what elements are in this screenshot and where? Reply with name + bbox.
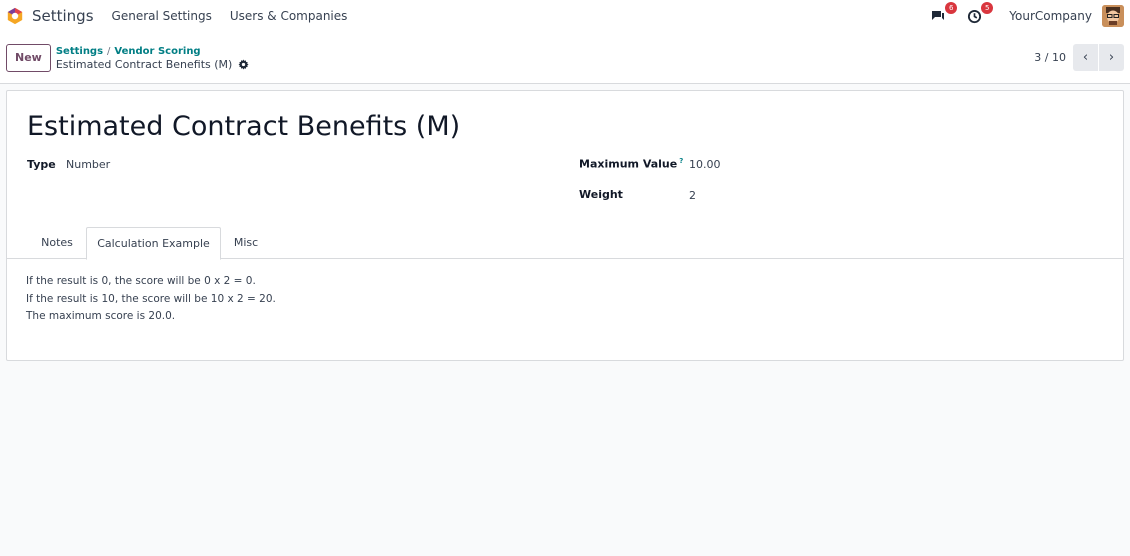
activity-button[interactable]: 5 bbox=[963, 2, 994, 27]
gear-icon[interactable] bbox=[238, 59, 249, 70]
notebook-tabs: Notes Calculation Example Misc bbox=[7, 227, 1123, 260]
breadcrumb-settings-link[interactable]: Settings bbox=[56, 46, 103, 57]
record-title: Estimated Contract Benefits (M) bbox=[55, 57, 233, 71]
tab-calculation-example[interactable]: Calculation Example bbox=[86, 227, 221, 260]
record-name-field[interactable]: Estimated Contract Benefits (M) bbox=[27, 111, 460, 142]
calculation-line: The maximum score is 20.0. bbox=[26, 310, 176, 322]
chevron-right-icon: › bbox=[1108, 50, 1115, 65]
app-name[interactable]: Settings bbox=[32, 7, 94, 25]
breadcrumb-separator: / bbox=[107, 45, 111, 57]
pager: 3 / 10 ‹ › bbox=[1034, 44, 1124, 71]
tab-notes[interactable]: Notes bbox=[27, 227, 87, 259]
user-avatar[interactable] bbox=[1102, 5, 1124, 27]
calculation-line: If the result is 10, the score will be 1… bbox=[26, 292, 276, 305]
breadcrumb-vendor-scoring-link[interactable]: Vendor Scoring bbox=[114, 46, 200, 57]
chat-counter-badge: 6 bbox=[945, 2, 958, 14]
tab-misc[interactable]: Misc bbox=[221, 227, 271, 259]
top-navbar: Settings General Settings Users & Compan… bbox=[0, 0, 1130, 32]
form-sheet: Estimated Contract Benefits (M) Type Num… bbox=[6, 90, 1124, 361]
avatar-image bbox=[1102, 5, 1124, 27]
maximum-value-label-text: Maximum Value bbox=[579, 157, 678, 171]
company-switcher[interactable]: YourCompany bbox=[1009, 9, 1092, 23]
new-button[interactable]: New bbox=[6, 43, 51, 72]
calculation-line: If the result is 0, the score will be 0 … bbox=[26, 275, 256, 287]
menu-general-settings[interactable]: General Settings bbox=[112, 9, 212, 23]
type-field[interactable]: Number bbox=[66, 158, 110, 171]
odoo-logo-icon[interactable] bbox=[6, 7, 24, 25]
maximum-value-label: Maximum Value? bbox=[579, 157, 683, 171]
calculation-example-panel: If the result is 0, the score will be 0 … bbox=[26, 273, 276, 326]
pager-next-button[interactable]: › bbox=[1099, 44, 1124, 71]
weight-field[interactable]: 2 bbox=[689, 189, 696, 202]
maximum-value-field[interactable]: 10.00 bbox=[689, 158, 721, 171]
pager-previous-button[interactable]: ‹ bbox=[1073, 44, 1098, 71]
menu-users-companies[interactable]: Users & Companies bbox=[230, 9, 348, 23]
control-panel: New Settings / Vendor Scoring Estimated Co… bbox=[0, 32, 1130, 84]
chat-icon bbox=[932, 11, 945, 20]
weight-label: Weight bbox=[579, 188, 623, 201]
breadcrumb: Settings / Vendor Scoring Estimated Contra… bbox=[56, 45, 249, 71]
clock-icon bbox=[967, 9, 981, 23]
type-label: Type bbox=[27, 158, 56, 171]
pager-value[interactable]: 3 / 10 bbox=[1034, 51, 1066, 64]
messaging-button[interactable]: 6 bbox=[927, 2, 958, 27]
chevron-left-icon: ‹ bbox=[1082, 50, 1089, 65]
activity-counter-badge: 5 bbox=[981, 2, 994, 14]
help-tooltip-icon[interactable]: ? bbox=[679, 157, 683, 165]
